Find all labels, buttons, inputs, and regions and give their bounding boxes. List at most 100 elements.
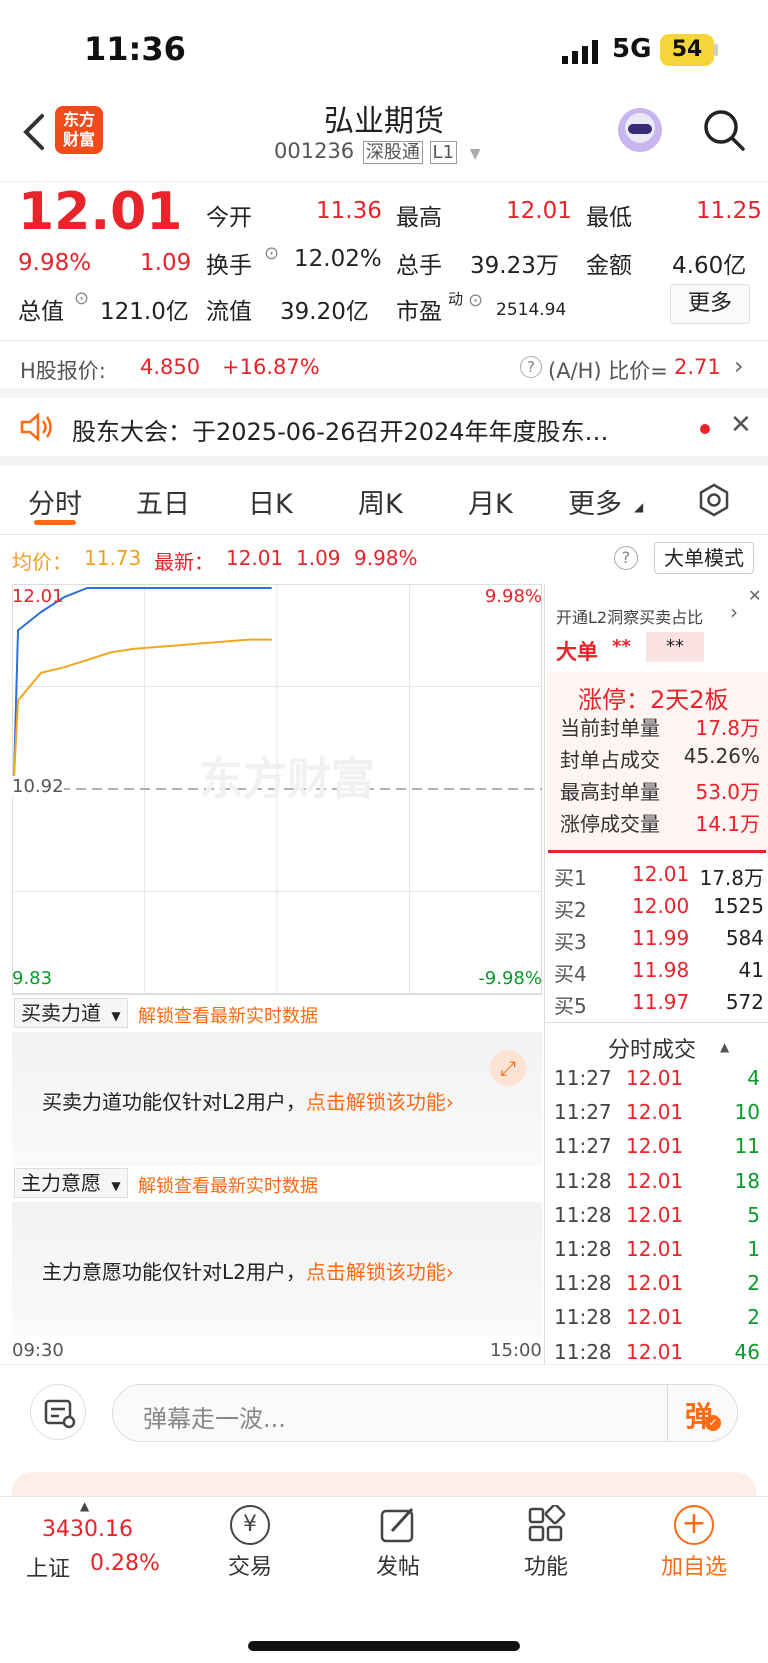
unlock-link[interactable]: 解锁查看最新实时数据	[138, 1002, 318, 1028]
battery-cap	[714, 44, 718, 56]
info-dots-icon[interactable]: ⊙	[74, 288, 89, 309]
danmaku-placeholder: 弹幕走一波...	[143, 1405, 286, 1433]
post-nav-item[interactable]: 发帖	[338, 1505, 458, 1581]
turnover-value: 12.02%	[294, 246, 382, 272]
trade-price: 12.01	[626, 1134, 684, 1159]
turnover-label: 换手	[206, 253, 252, 279]
section-gap	[0, 388, 768, 398]
latest-label: 最新：	[154, 550, 214, 574]
tab-daily-k[interactable]: 日K	[248, 482, 293, 521]
stock-code: 001236	[274, 139, 355, 163]
locked-message: 主力意愿功能仅针对L2用户，	[42, 1260, 306, 1284]
low-label: 最低	[586, 205, 632, 231]
unlock-action[interactable]: 点击解锁该功能	[306, 1260, 446, 1284]
big-order-mode-button[interactable]: 大单模式	[654, 542, 754, 574]
intraday-chart[interactable]: 东方财富 12.01 10.92 9.83 9.98% -9.98%	[12, 584, 542, 994]
divider	[0, 340, 768, 341]
add-watchlist-nav-item[interactable]: + 加自选	[634, 1505, 754, 1581]
locked-panel: ⤢ 买卖力道功能仅针对L2用户，点击解锁该功能›	[12, 1032, 542, 1166]
locked-message-row: 主力意愿功能仅针对L2用户，点击解锁该功能›	[42, 1256, 454, 1285]
trade-row: 11:28 12.01 1	[554, 1237, 764, 1271]
chevron-right-icon: ›	[734, 352, 744, 380]
latest-value: 12.01	[226, 546, 284, 570]
trade-volume: 4	[747, 1066, 760, 1090]
battery-icon: 54	[660, 34, 714, 66]
function-label: 功能	[523, 1555, 568, 1580]
trade-row: 11:27 12.01 11	[554, 1134, 764, 1168]
unlock-action[interactable]: 点击解锁该功能	[306, 1090, 446, 1114]
float-value: 39.20亿	[280, 299, 369, 325]
more-button[interactable]: 更多	[670, 284, 750, 324]
bid-volume: 584	[725, 926, 764, 950]
yen-cycle-icon: ¥	[230, 1505, 270, 1545]
bid-level: 买4	[554, 962, 587, 986]
danmaku-input[interactable]: 弹幕走一波... 弹 ✓	[112, 1384, 738, 1442]
robot-avatar-icon[interactable]	[618, 108, 662, 152]
hshare-price: 4.850	[140, 355, 201, 379]
trades-title[interactable]: 分时成交	[608, 1032, 696, 1064]
stock-code-row[interactable]: 001236 深股通 L1 ▼	[274, 138, 481, 164]
x-start-label: 09:30	[12, 1340, 64, 1361]
limit-stat-value: 53.0万	[695, 780, 760, 804]
add-watchlist-label: 加自选	[660, 1555, 727, 1580]
order-book-row: 买1 12.01 17.8万	[554, 862, 764, 894]
help-icon[interactable]: ?	[614, 546, 638, 570]
panel-title-dropdown[interactable]: 主力意愿 ▼	[14, 1168, 128, 1198]
bid-price: 11.98	[632, 958, 690, 982]
bid-volume: 572	[725, 990, 764, 1014]
trade-price: 12.01	[626, 1271, 684, 1296]
unlock-link[interactable]: 解锁查看最新实时数据	[138, 1172, 318, 1198]
price-change: 1.09	[140, 250, 192, 276]
trade-row: 11:28 12.01 5	[554, 1203, 764, 1237]
price-change-pct: 9.98%	[18, 250, 92, 276]
pe-value: 2514.94	[496, 300, 567, 320]
ah-ratio-label: (A/H) 比价=	[548, 359, 668, 383]
check-badge-icon: ✓	[705, 1415, 721, 1431]
trade-nav-item[interactable]: ¥ 交易	[190, 1505, 310, 1581]
status-bar: 11:36 5G 54	[0, 0, 768, 100]
tab-monthly-k[interactable]: 月K	[468, 482, 513, 521]
divider	[0, 534, 768, 535]
limit-stat-label: 封单占成交	[560, 748, 660, 772]
expand-icon[interactable]: ⤢	[490, 1050, 526, 1086]
gear-icon[interactable]	[696, 482, 732, 518]
tab-more[interactable]: 更多	[568, 482, 622, 521]
trade-price: 12.01	[626, 1237, 684, 1261]
limit-stat-label: 当前封单量	[560, 716, 660, 740]
index-name: 上证	[26, 1557, 71, 1582]
notice-text: 股东大会：于2025-06-26召开2024年年度股东…	[72, 418, 609, 446]
tab-five-day[interactable]: 五日	[136, 482, 190, 521]
avg-value: 11.73	[84, 546, 142, 570]
tab-weekly-k[interactable]: 周K	[358, 482, 403, 521]
amount-value: 4.60亿	[672, 253, 747, 279]
volume-label: 总手	[396, 253, 442, 279]
current-price: 12.01	[18, 182, 183, 242]
index-value[interactable]: 3430.16	[42, 1517, 133, 1542]
signal-icon	[562, 40, 602, 64]
help-icon[interactable]: ?	[520, 356, 542, 378]
tab-intraday[interactable]: 分时	[28, 482, 82, 521]
info-dots-icon[interactable]: ⊙	[264, 243, 279, 264]
search-icon[interactable]	[702, 108, 746, 152]
bid-level: 买5	[554, 994, 587, 1018]
trade-time: 11:28	[554, 1305, 612, 1330]
panel-title-dropdown[interactable]: 买卖力道 ▼	[14, 998, 128, 1028]
big-order-sell: **	[646, 632, 704, 662]
trade-volume: 2	[747, 1305, 760, 1330]
float-label: 流值	[206, 299, 252, 325]
l2-promo-link[interactable]: 开通L2洞察买卖占比	[556, 604, 703, 628]
mktcap-label: 总值	[18, 299, 64, 325]
trade-time: 11:28	[554, 1271, 612, 1296]
limit-up-status: 涨停：2天2板	[578, 686, 729, 714]
trade-volume: 10	[734, 1100, 760, 1125]
watermark: 东方财富	[199, 755, 375, 804]
bid-level: 买3	[554, 930, 587, 954]
order-book-row: 买2 12.00 1525	[554, 894, 764, 926]
order-book-row: 买5 11.97 572	[554, 990, 764, 1022]
function-nav-item[interactable]: 功能	[486, 1503, 606, 1581]
chat-settings-icon[interactable]	[30, 1384, 86, 1440]
info-dots-icon[interactable]: ⊙	[468, 290, 483, 311]
close-icon[interactable]: ✕	[730, 410, 752, 440]
trade-price: 12.01	[626, 1066, 684, 1090]
close-icon[interactable]: ✕	[748, 586, 761, 605]
